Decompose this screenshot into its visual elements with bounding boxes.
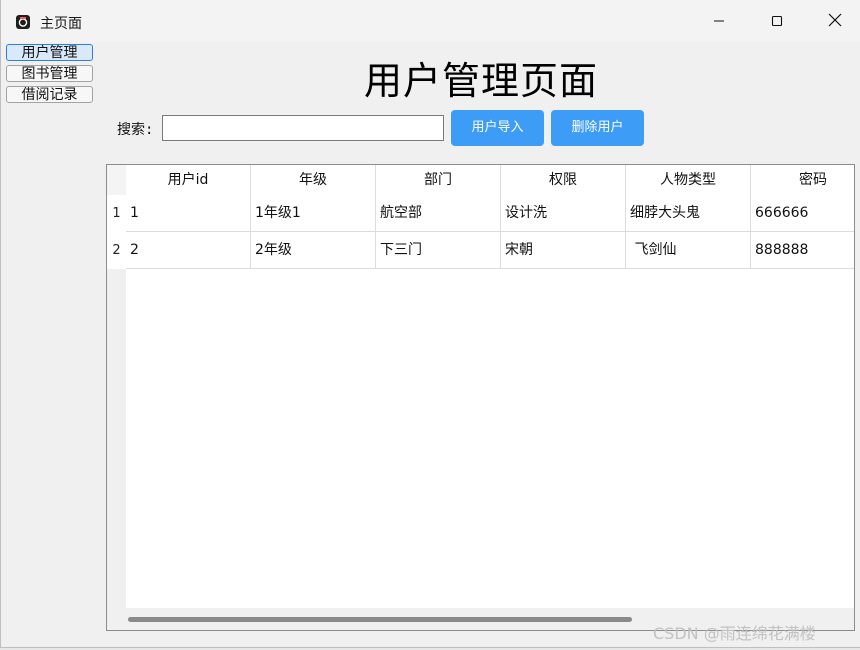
page-title: 用户管理页面	[363, 59, 598, 103]
watermark: CSDN @雨连绵花满楼	[653, 624, 816, 643]
delete-user-button[interactable]: 删除用户	[551, 110, 644, 146]
column-header-department[interactable]: 部门	[376, 165, 501, 195]
close-icon	[828, 12, 842, 31]
table-cell[interactable]: 细脖大头鬼	[626, 195, 751, 232]
scrollbar-thumb[interactable]	[128, 617, 632, 622]
table-cell[interactable]: 航空部	[376, 195, 501, 232]
maximize-icon	[771, 12, 783, 31]
row-number[interactable]: 2	[107, 232, 126, 269]
search-label: 搜索:	[117, 122, 154, 138]
nav-borrow-records[interactable]: 借阅记录	[6, 86, 93, 103]
column-header-permission[interactable]: 权限	[501, 165, 626, 195]
minimize-icon	[713, 12, 725, 31]
column-header-password[interactable]: 密码	[751, 165, 854, 195]
title-bar: 主页面	[1, 0, 860, 42]
maximize-button[interactable]	[749, 0, 805, 42]
main-window: 主页面 用户管理 图书管理 借阅记录 用户管理页面 搜索: 用户导入 删除用户 …	[0, 0, 860, 648]
row-number[interactable]: 1	[107, 195, 126, 232]
column-header-grade[interactable]: 年级	[251, 165, 376, 195]
window-title: 主页面	[40, 16, 82, 32]
table-cell[interactable]: 飞剑仙	[626, 232, 751, 269]
table-cell[interactable]: 2年级	[251, 232, 376, 269]
column-header-user-id[interactable]: 用户id	[126, 165, 251, 195]
nav-user-management[interactable]: 用户管理	[6, 44, 93, 61]
table-cell[interactable]: 666666	[751, 195, 854, 232]
minimize-button[interactable]	[691, 0, 747, 42]
table-cell[interactable]: 1	[126, 195, 251, 232]
search-input[interactable]	[162, 115, 444, 141]
table-cell[interactable]: 设计洗	[501, 195, 626, 232]
column-header-character-type[interactable]: 人物类型	[626, 165, 751, 195]
close-button[interactable]	[807, 0, 860, 42]
app-icon	[15, 14, 31, 30]
table-cell[interactable]: 下三门	[376, 232, 501, 269]
user-table[interactable]: 用户id 年级 部门 权限 人物类型 密码 1 1 1年级1 航空部 设计洗 细…	[106, 164, 855, 631]
table-cell[interactable]: 2	[126, 232, 251, 269]
import-users-button[interactable]: 用户导入	[451, 110, 544, 146]
table-cell[interactable]: 1年级1	[251, 195, 376, 232]
table-cell[interactable]: 888888	[751, 232, 854, 269]
table-corner	[107, 165, 126, 195]
nav-book-management[interactable]: 图书管理	[6, 65, 93, 82]
table-cell[interactable]: 宋朝	[501, 232, 626, 269]
